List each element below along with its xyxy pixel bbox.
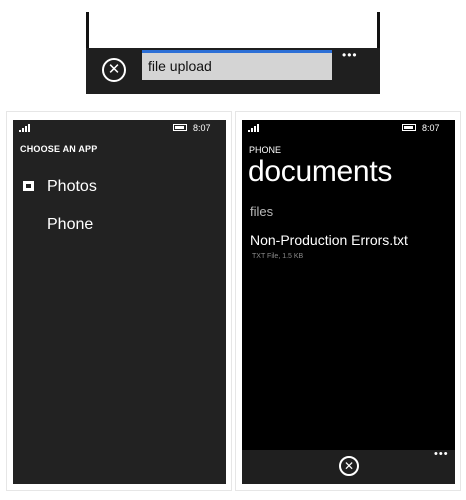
file-name: Non-Production Errors.txt: [250, 232, 408, 248]
documents-panel: 8:07 PHONE documents files Non-Productio…: [235, 111, 461, 491]
section-header: files: [250, 204, 274, 219]
file-upload-field[interactable]: file upload: [142, 53, 332, 80]
page-title: CHOOSE AN APP: [20, 144, 98, 154]
upload-bar: ✕ file upload •••: [86, 48, 380, 94]
app-item-phone[interactable]: Phone: [20, 212, 220, 238]
status-bar: 8:07: [242, 120, 455, 136]
choose-app-screen: 8:07 CHOOSE AN APP Photos Phone: [13, 120, 226, 484]
signal-icon: [248, 124, 262, 132]
page-title: documents: [248, 155, 393, 188]
file-meta: TXT File, 1.5 KB: [252, 253, 304, 260]
battery-icon: [173, 124, 187, 131]
close-icon[interactable]: ✕: [102, 58, 126, 82]
battery-icon: [402, 124, 416, 131]
close-icon[interactable]: ✕: [339, 456, 359, 476]
documents-screen: 8:07 PHONE documents files Non-Productio…: [242, 120, 455, 484]
app-item-label: Phone: [47, 216, 94, 233]
file-list-item[interactable]: Non-Production Errors.txt TXT File, 1.5 …: [250, 232, 450, 272]
status-bar: 8:07: [13, 120, 226, 136]
more-options-icon[interactable]: •••: [434, 448, 449, 460]
upload-window-frame: [86, 12, 380, 48]
signal-icon: [19, 124, 33, 132]
upload-bar-snippet: ✕ file upload •••: [86, 12, 380, 94]
app-item-label: Photos: [47, 178, 97, 195]
status-time: 8:07: [422, 123, 440, 133]
choose-app-panel: 8:07 CHOOSE AN APP Photos Phone: [6, 111, 232, 491]
more-options-icon[interactable]: •••: [342, 48, 358, 62]
app-item-photos[interactable]: Photos: [20, 174, 220, 200]
photos-icon: [23, 181, 34, 191]
status-time: 8:07: [193, 123, 211, 133]
app-bar: ✕ •••: [242, 448, 455, 484]
